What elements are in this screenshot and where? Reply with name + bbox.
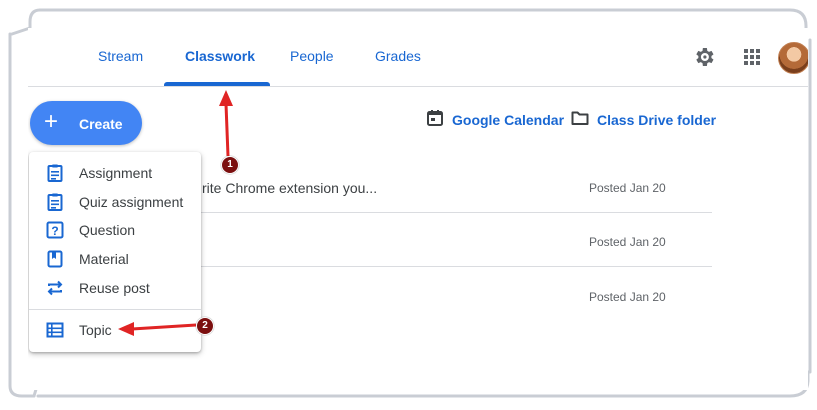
question-icon: ?: [46, 221, 64, 239]
folder-icon[interactable]: [570, 108, 590, 128]
post-title: rite Chrome extension you...: [202, 180, 378, 196]
menu-item-topic[interactable]: Topic: [29, 316, 201, 344]
create-button[interactable]: + Create: [30, 101, 142, 145]
tab-people[interactable]: People: [290, 48, 334, 64]
menu-divider: [29, 309, 201, 310]
topic-icon: [46, 322, 64, 338]
post-date: Posted Jan 20: [589, 181, 666, 195]
menu-item-assignment[interactable]: Assignment: [29, 159, 201, 187]
calendar-icon[interactable]: [425, 108, 445, 128]
menu-item-material[interactable]: Material: [29, 245, 201, 273]
menu-item-question[interactable]: ? Question: [29, 216, 201, 244]
menu-item-label: Reuse post: [79, 280, 150, 296]
annotation-badge-1: 1: [221, 156, 239, 174]
material-icon: [47, 250, 63, 268]
class-drive-folder-link[interactable]: Class Drive folder: [597, 112, 716, 128]
plus-icon: +: [44, 108, 59, 135]
menu-item-label: Topic: [79, 322, 112, 338]
menu-item-label: Assignment: [79, 165, 153, 181]
top-navigation: Stream Classwork People Grades: [28, 28, 808, 87]
active-tab-indicator: [164, 82, 270, 86]
menu-item-reuse-post[interactable]: Reuse post: [29, 274, 201, 302]
create-button-label: Create: [79, 116, 123, 132]
menu-item-quiz-assignment[interactable]: Quiz assignment: [29, 188, 201, 216]
menu-item-label: Question: [79, 222, 136, 238]
svg-text:?: ?: [51, 224, 58, 238]
gear-icon[interactable]: [692, 45, 716, 69]
row-divider: [178, 266, 712, 267]
reuse-post-icon: [47, 280, 63, 296]
menu-item-label: Quiz assignment: [79, 194, 184, 210]
annotation-badge-2: 2: [196, 317, 214, 335]
avatar[interactable]: [778, 42, 808, 74]
post-date: Posted Jan 20: [589, 290, 666, 304]
classroom-screen: Stream Classwork People Grades + Create …: [28, 28, 808, 390]
assignment-icon: [47, 164, 63, 182]
tab-stream[interactable]: Stream: [98, 48, 143, 64]
menu-item-label: Material: [79, 251, 129, 267]
tab-classwork[interactable]: Classwork: [185, 48, 255, 64]
quiz-assignment-icon: [47, 193, 63, 211]
create-menu: Assignment Quiz assignment ? Question Ma…: [29, 152, 201, 352]
apps-grid-icon[interactable]: [740, 45, 764, 69]
tab-grades[interactable]: Grades: [375, 48, 421, 64]
google-calendar-link[interactable]: Google Calendar: [452, 112, 564, 128]
post-date: Posted Jan 20: [589, 235, 666, 249]
